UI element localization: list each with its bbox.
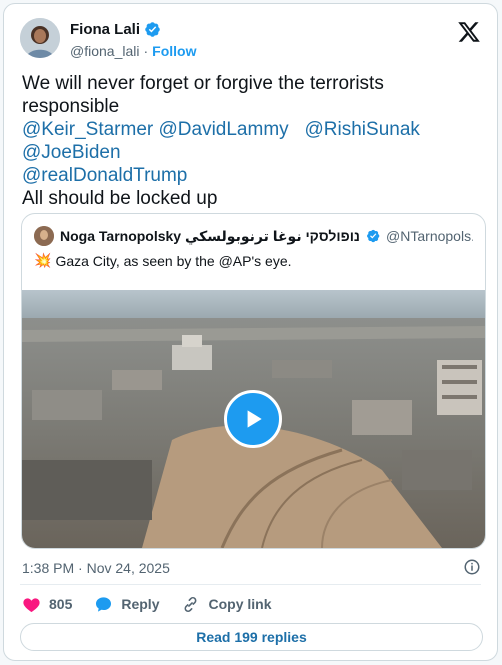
author-avatar[interactable] [20, 18, 60, 58]
tweet-card: Fiona Lali @fiona_lali · Follow We will … [3, 3, 498, 661]
author-display-name[interactable]: Fiona Lali [70, 21, 140, 38]
play-button[interactable] [224, 390, 282, 448]
mention-link[interactable]: @Keir_Starmer [22, 119, 153, 140]
mention-link[interactable]: @JoeBiden [22, 142, 121, 163]
author-handle[interactable]: @fiona_lali [70, 43, 139, 59]
tweet-actions: 805 Reply Copy link [22, 594, 294, 614]
collision-emoji: 💥 [34, 252, 52, 268]
mentions-row-2: @realDonaldTrump [22, 164, 479, 187]
follow-button[interactable]: Follow [152, 43, 196, 59]
quoted-tweet-text: 💥 Gaza City, as seen by the @AP's eye. [34, 252, 292, 269]
link-icon [185, 596, 197, 612]
x-logo-icon[interactable] [457, 20, 481, 44]
tweet-timestamp[interactable]: 1:38 PM · Nov 24, 2025 [22, 560, 170, 576]
tweet-line-3: All should be locked up [22, 188, 218, 209]
read-replies-button[interactable]: Read 199 replies [20, 623, 483, 651]
like-count: 805 [49, 596, 73, 612]
mentions-row-1: @Keir_Starmer @DavidLammy @RishiSunak @J… [22, 118, 479, 164]
verified-badge-icon [145, 22, 160, 37]
like-button[interactable]: 805 [22, 595, 72, 614]
copy-link-button[interactable]: Copy link [181, 595, 272, 614]
verified-badge-icon [366, 229, 379, 243]
tweet-text: We will never forget or forgive the terr… [22, 72, 479, 210]
handle-separator: · [143, 43, 149, 59]
quoted-author-avatar [34, 226, 54, 246]
divider [20, 584, 481, 585]
mention-link[interactable]: @RishiSunak [305, 119, 420, 140]
mention-link[interactable]: @DavidLammy [159, 119, 289, 140]
tweet-header: Fiona Lali @fiona_lali · Follow [20, 18, 481, 62]
mention-link[interactable]: @realDonaldTrump [22, 165, 187, 186]
play-icon [247, 410, 262, 428]
quoted-author-handle: @NTarnopols... [386, 228, 473, 244]
reply-label: Reply [121, 596, 160, 612]
heart-icon [23, 597, 40, 612]
copy-link-label: Copy link [208, 596, 272, 612]
reply-button[interactable]: Reply [94, 595, 159, 614]
info-icon[interactable] [463, 558, 481, 576]
quoted-author-name: Noga Tarnopolsky טרנופולסקי نوغا ترنوبول… [60, 227, 360, 244]
reply-bubble-icon [96, 596, 112, 612]
tweet-line-1: We will never forget or forgive the terr… [22, 73, 384, 117]
quoted-text: Gaza City, as seen by the @AP's eye. [55, 252, 292, 269]
video-thumbnail[interactable] [22, 290, 485, 548]
quoted-tweet[interactable]: Noga Tarnopolsky טרנופולסקי نوغا ترنوبول… [21, 213, 486, 549]
